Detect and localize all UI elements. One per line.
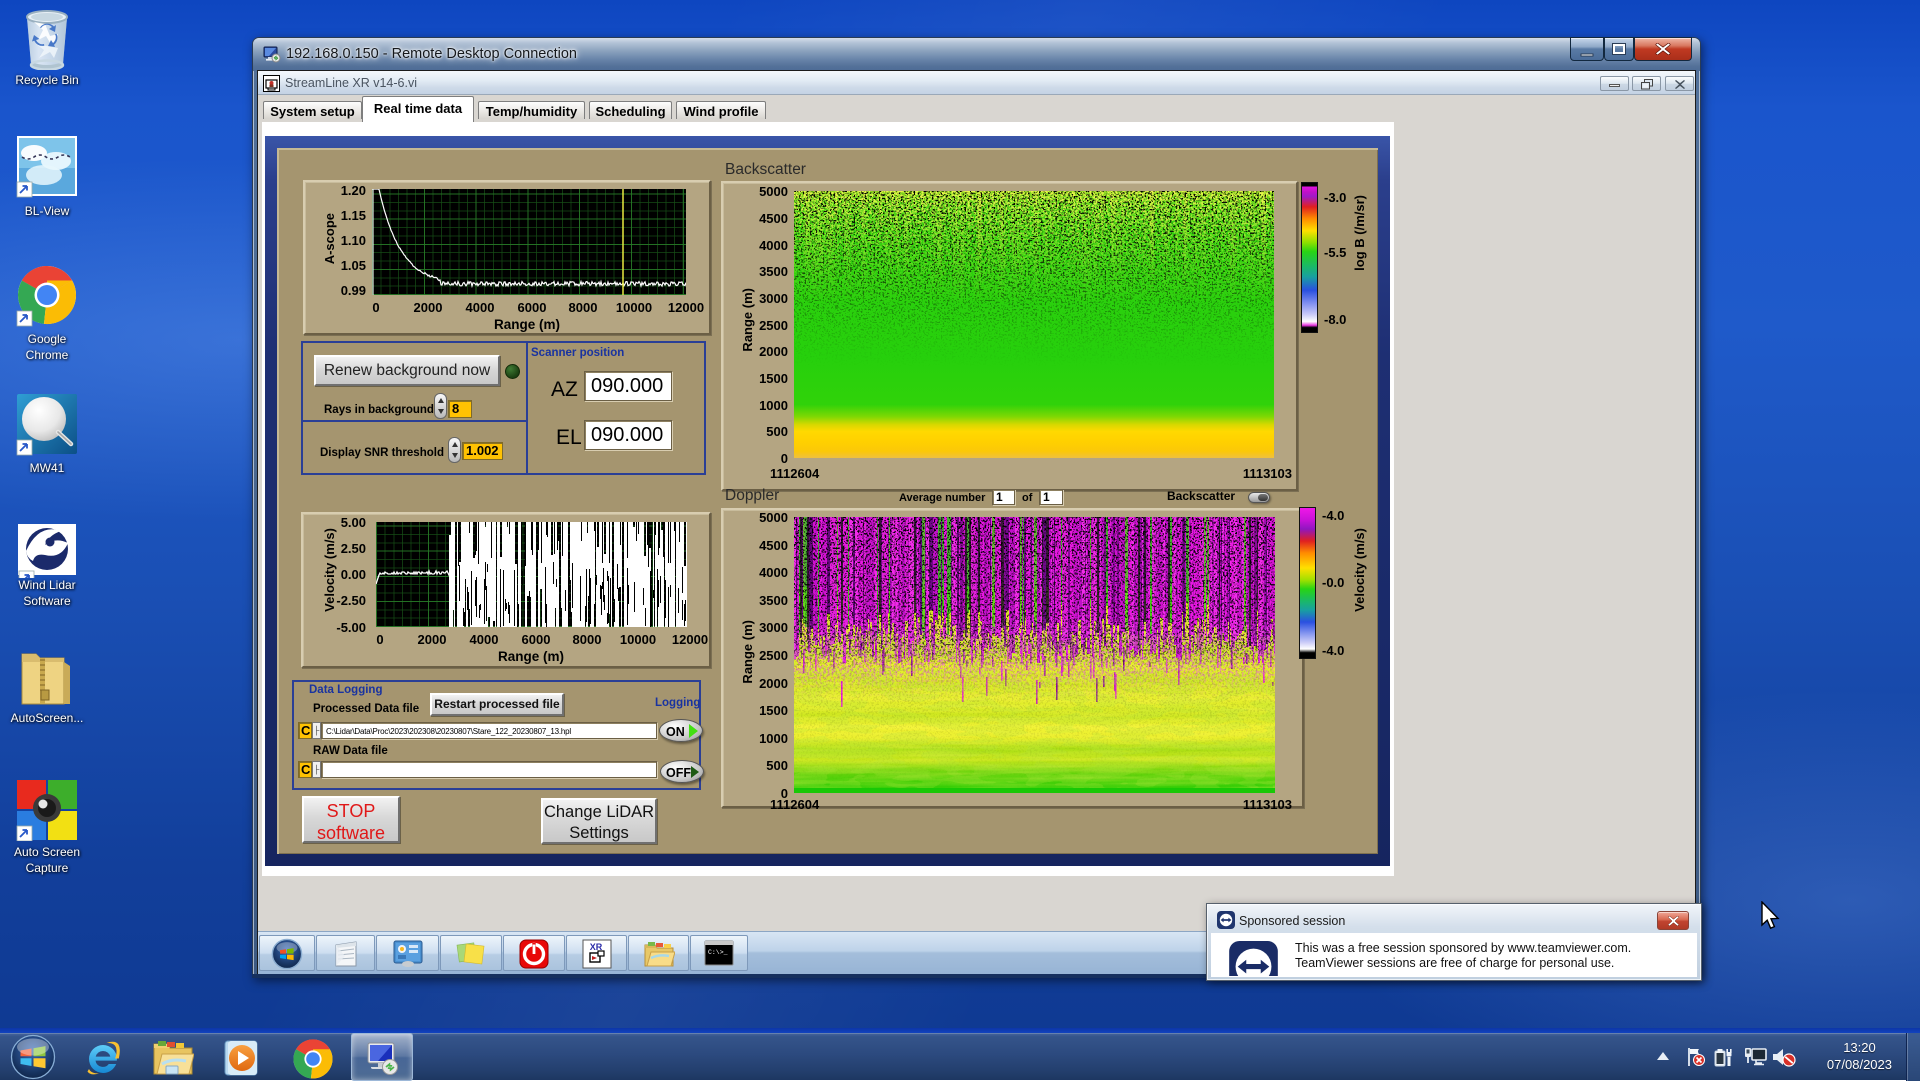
svg-text:C:\>_: C:\>_ [708,949,728,956]
